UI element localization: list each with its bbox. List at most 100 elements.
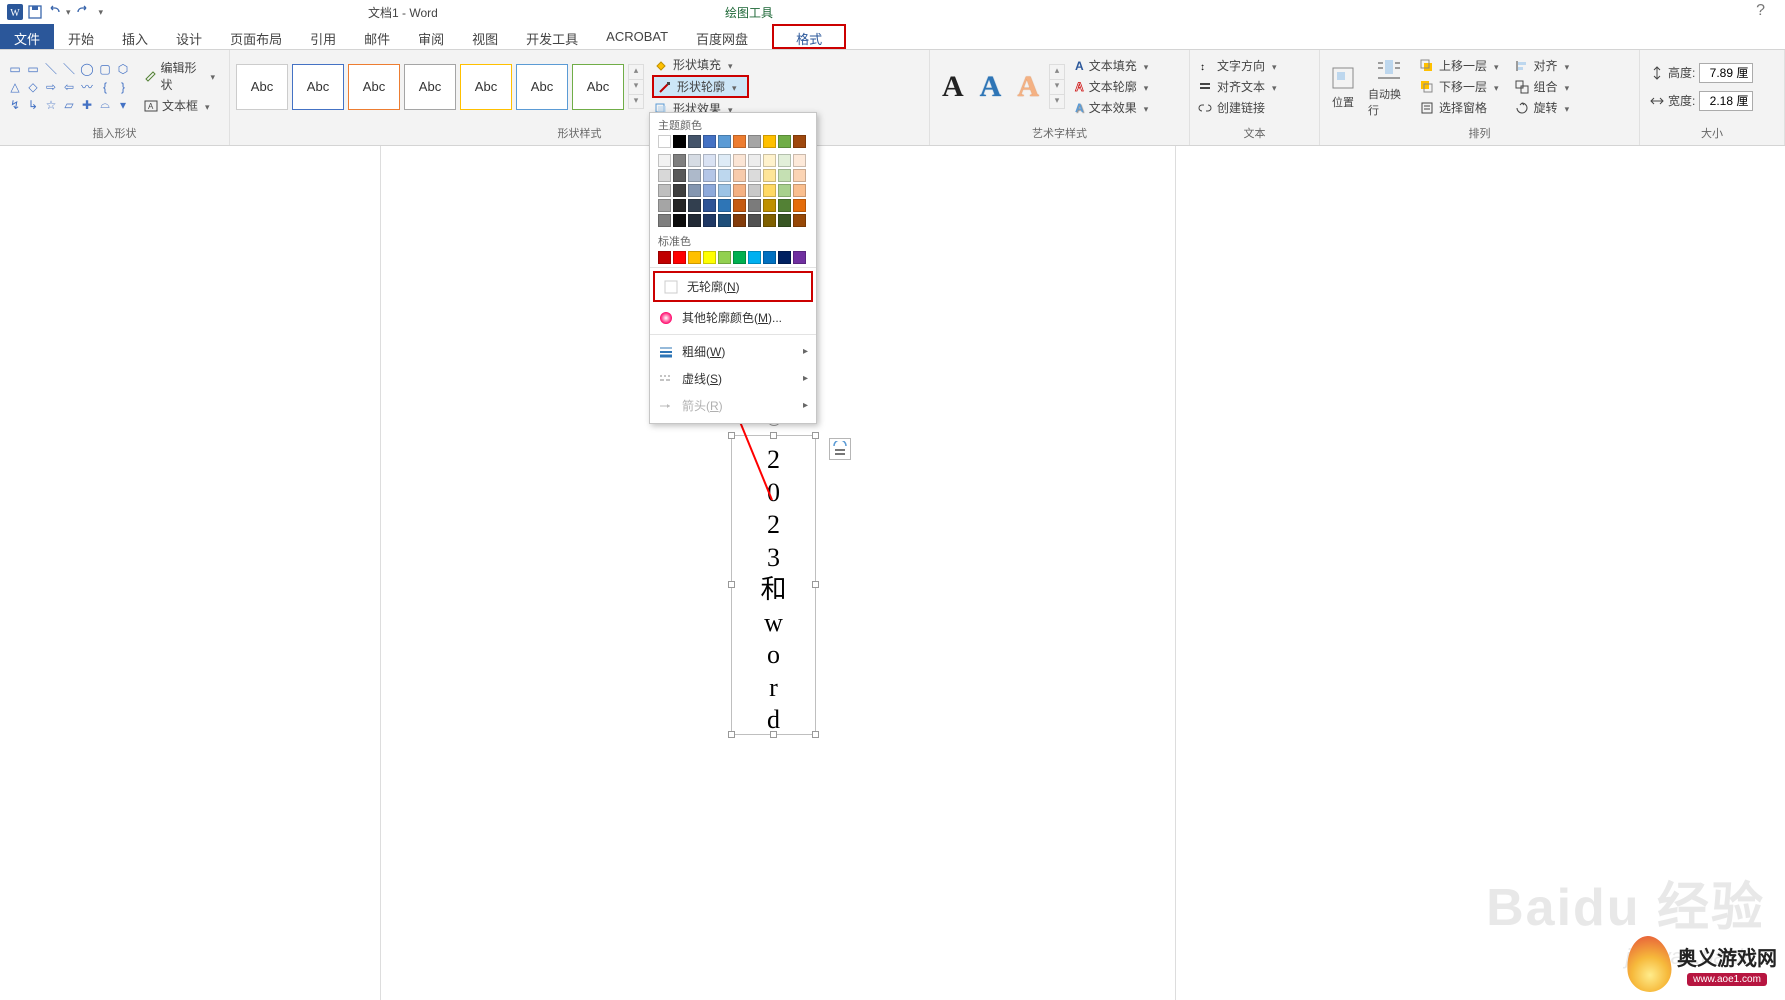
- color-swatch[interactable]: [763, 184, 776, 197]
- color-swatch[interactable]: [688, 251, 701, 264]
- style-item-4[interactable]: Abc: [460, 64, 512, 110]
- style-item-2[interactable]: Abc: [348, 64, 400, 110]
- shape-rrect-icon[interactable]: ▢: [96, 61, 114, 77]
- color-swatch[interactable]: [658, 214, 671, 227]
- shape-brace2-icon[interactable]: }: [114, 79, 132, 95]
- color-swatch[interactable]: [718, 184, 731, 197]
- color-swatch[interactable]: [793, 154, 806, 167]
- color-swatch[interactable]: [658, 135, 671, 148]
- resize-handle-se[interactable]: [812, 731, 819, 738]
- shape-more-icon[interactable]: ▾: [114, 97, 132, 113]
- color-swatch[interactable]: [673, 154, 686, 167]
- text-fill-button[interactable]: A文本填充: [1073, 55, 1150, 76]
- send-backward-button[interactable]: 下移一层: [1418, 76, 1501, 97]
- dashes-item[interactable]: 虚线(S) ▸: [650, 365, 816, 392]
- width-input[interactable]: [1699, 91, 1753, 111]
- color-swatch[interactable]: [763, 154, 776, 167]
- tab-design[interactable]: 设计: [162, 24, 216, 49]
- color-swatch[interactable]: [718, 169, 731, 182]
- no-outline-item[interactable]: 无轮廓(N): [653, 271, 813, 302]
- color-swatch[interactable]: [778, 154, 791, 167]
- tab-mailings[interactable]: 邮件: [350, 24, 404, 49]
- style-item-5[interactable]: Abc: [516, 64, 568, 110]
- shape-arrowl-icon[interactable]: ⇦: [60, 79, 78, 95]
- color-swatch[interactable]: [793, 169, 806, 182]
- tab-file[interactable]: 文件: [0, 24, 54, 49]
- color-swatch[interactable]: [703, 199, 716, 212]
- undo-icon[interactable]: [46, 3, 64, 21]
- color-swatch[interactable]: [718, 199, 731, 212]
- color-swatch[interactable]: [763, 214, 776, 227]
- tab-baidu[interactable]: 百度网盘: [682, 24, 762, 49]
- shape-textbox-icon[interactable]: ▭: [6, 61, 24, 77]
- wrap-text-button[interactable]: 自动换行: [1368, 55, 1410, 119]
- color-swatch[interactable]: [718, 135, 731, 148]
- style-gallery-scroll[interactable]: ▴▾▾: [628, 64, 644, 109]
- color-swatch[interactable]: [718, 251, 731, 264]
- resize-handle-nw[interactable]: [728, 432, 735, 439]
- color-swatch[interactable]: [718, 154, 731, 167]
- save-icon[interactable]: [26, 3, 44, 21]
- color-swatch[interactable]: [748, 214, 761, 227]
- resize-handle-n[interactable]: [770, 432, 777, 439]
- color-swatch[interactable]: [703, 169, 716, 182]
- shape-hex-icon[interactable]: ⬡: [114, 61, 132, 77]
- color-swatch[interactable]: [658, 154, 671, 167]
- color-swatch[interactable]: [778, 184, 791, 197]
- color-swatch[interactable]: [748, 154, 761, 167]
- color-swatch[interactable]: [733, 135, 746, 148]
- resize-handle-e[interactable]: [812, 581, 819, 588]
- text-direction-button[interactable]: ↕文字方向: [1196, 55, 1279, 76]
- shape-line2-icon[interactable]: ＼: [60, 61, 78, 77]
- color-swatch[interactable]: [718, 214, 731, 227]
- color-swatch[interactable]: [688, 184, 701, 197]
- shape-polyline-icon[interactable]: ↯: [6, 97, 24, 113]
- shape-rect-icon[interactable]: ▭: [24, 61, 42, 77]
- text-effects-button[interactable]: A文本效果: [1073, 97, 1150, 118]
- color-swatch[interactable]: [658, 184, 671, 197]
- wordart-style-3[interactable]: A: [1011, 68, 1045, 106]
- color-swatch[interactable]: [673, 184, 686, 197]
- shape-brace-icon[interactable]: {: [96, 79, 114, 95]
- tab-format[interactable]: 格式: [772, 24, 846, 49]
- shape-curve-icon[interactable]: 〰: [78, 79, 96, 95]
- color-swatch[interactable]: [703, 154, 716, 167]
- wordart-style-1[interactable]: A: [936, 68, 970, 106]
- color-swatch[interactable]: [748, 184, 761, 197]
- style-item-1[interactable]: Abc: [292, 64, 344, 110]
- wordart-style-2[interactable]: A: [974, 68, 1008, 106]
- tab-view[interactable]: 视图: [458, 24, 512, 49]
- color-swatch[interactable]: [673, 135, 686, 148]
- color-swatch[interactable]: [673, 214, 686, 227]
- color-swatch[interactable]: [733, 169, 746, 182]
- color-swatch[interactable]: [703, 184, 716, 197]
- color-swatch[interactable]: [688, 135, 701, 148]
- color-swatch[interactable]: [793, 184, 806, 197]
- color-swatch[interactable]: [778, 214, 791, 227]
- color-swatch[interactable]: [688, 214, 701, 227]
- help-icon[interactable]: ?: [1756, 2, 1765, 20]
- selected-textbox[interactable]: 2023和word: [731, 435, 816, 735]
- color-swatch[interactable]: [733, 251, 746, 264]
- color-swatch[interactable]: [658, 199, 671, 212]
- style-item-0[interactable]: Abc: [236, 64, 288, 110]
- shape-outline-button[interactable]: 形状轮廓: [652, 75, 749, 98]
- align-objects-button[interactable]: 对齐: [1513, 55, 1572, 76]
- tab-insert[interactable]: 插入: [108, 24, 162, 49]
- color-swatch[interactable]: [688, 169, 701, 182]
- shapes-gallery[interactable]: ▭ ▭ ＼ ＼ ◯ ▢ ⬡ △ ◇ ⇨ ⇦ 〰 { }: [6, 61, 132, 113]
- color-swatch[interactable]: [793, 199, 806, 212]
- wordart-gallery-scroll[interactable]: ▴▾▾: [1049, 64, 1065, 109]
- shape-flow-icon[interactable]: ▱: [60, 97, 78, 113]
- color-swatch[interactable]: [733, 154, 746, 167]
- resize-handle-sw[interactable]: [728, 731, 735, 738]
- selection-pane-button[interactable]: 选择窗格: [1418, 97, 1501, 118]
- shape-diamond-icon[interactable]: ◇: [24, 79, 42, 95]
- shape-oval-icon[interactable]: ◯: [78, 61, 96, 77]
- group-objects-button[interactable]: 组合: [1513, 76, 1572, 97]
- height-input[interactable]: [1699, 63, 1753, 83]
- color-swatch[interactable]: [733, 199, 746, 212]
- shape-arrowr-icon[interactable]: ⇨: [42, 79, 60, 95]
- shape-cross-icon[interactable]: ✚: [78, 97, 96, 113]
- color-swatch[interactable]: [778, 169, 791, 182]
